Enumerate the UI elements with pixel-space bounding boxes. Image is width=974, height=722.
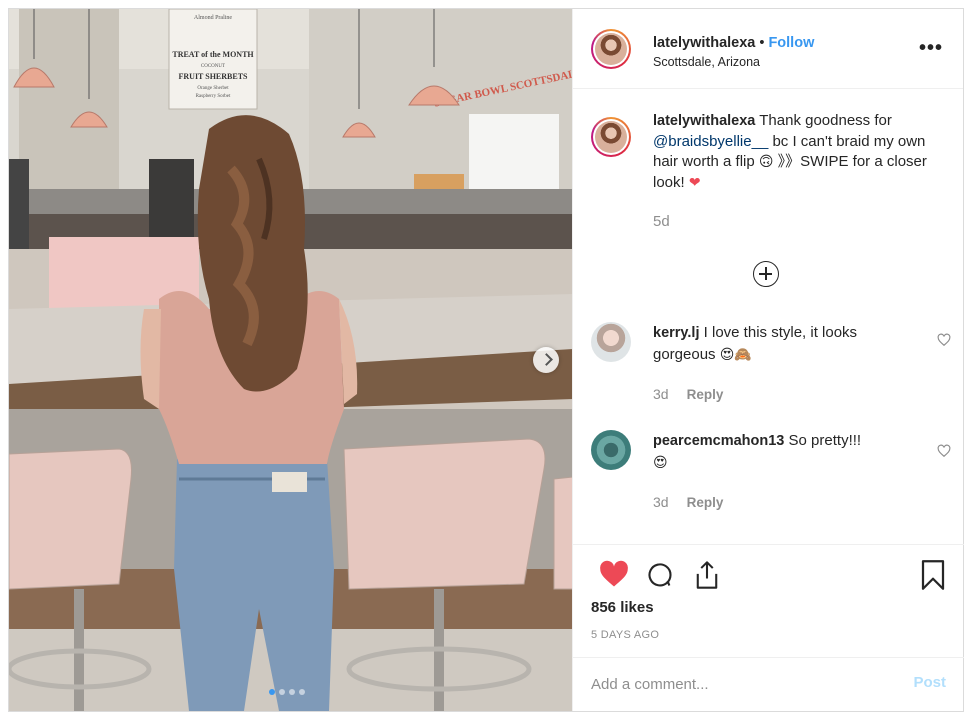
red-heart-emoji: ❤	[688, 174, 701, 191]
caption-text: latelywithalexa Thank goodness for @brai…	[653, 111, 933, 193]
commenter-username[interactable]: pearcemcmahon13	[653, 433, 784, 449]
separator-dot: •	[759, 35, 765, 51]
comment-text: pearcemcmahon13 So pretty!!! 😍	[653, 430, 893, 474]
follow-button[interactable]: Follow	[768, 35, 814, 51]
carousel-indicator	[269, 689, 305, 695]
post-timestamp[interactable]: 5 DAYS AGO	[591, 629, 659, 641]
comment-timestamp[interactable]: 3d	[653, 386, 669, 402]
caption-username[interactable]: latelywithalexa	[653, 113, 755, 129]
post-sidebar: latelywithalexa • Follow Scottsdale, Arizo…	[572, 9, 964, 712]
sign-top-text: Almond Praline	[194, 15, 232, 21]
caption-part: Thank goodness for	[755, 112, 892, 129]
carousel-next-button[interactable]	[533, 347, 559, 373]
commenter-avatar[interactable]	[591, 322, 631, 362]
like-heart-icon[interactable]	[599, 560, 629, 588]
comment-meta: 3d Reply	[653, 494, 723, 510]
carousel-dot	[299, 689, 305, 695]
likes-count[interactable]: 856 likes	[591, 599, 654, 616]
comment-body: So pretty!!!	[784, 432, 862, 449]
caption-mention-link[interactable]: @braidsbyellie__	[653, 133, 768, 150]
sign-line5: Raspberry Sorbet	[196, 94, 231, 99]
sign-line3: FRUIT SHERBETS	[179, 72, 249, 81]
commenter-avatar[interactable]	[591, 430, 631, 470]
reply-button[interactable]: Reply	[687, 495, 724, 510]
reply-button[interactable]: Reply	[687, 387, 724, 402]
comment-icon[interactable]	[645, 561, 675, 589]
author-avatar[interactable]	[591, 29, 631, 69]
comment-meta: 3d Reply	[653, 386, 723, 402]
carousel-dot	[289, 689, 295, 695]
comment-text: kerry.lj I love this style, it looks gor…	[653, 322, 893, 366]
load-more-comments-icon[interactable]	[753, 261, 779, 287]
like-comment-heart-icon[interactable]	[937, 444, 951, 458]
caption-timestamp[interactable]: 5d	[653, 213, 670, 230]
add-comment-bar: Post	[573, 657, 964, 712]
author-username[interactable]: latelywithalexa	[653, 35, 755, 51]
save-bookmark-icon[interactable]	[920, 560, 946, 590]
sign-line2: COCONUT	[201, 64, 225, 69]
sign-line4: Orange Sherbet	[197, 86, 229, 91]
comment-emoji: 😍🙈	[719, 347, 752, 363]
photo-illustration: Almond Praline TREAT of the MONTH COCONU…	[9, 9, 573, 711]
post-header: latelywithalexa • Follow Scottsdale, Arizo…	[573, 9, 963, 89]
comment-input[interactable]	[591, 672, 891, 696]
post-actions: 856 likes 5 DAYS AGO	[573, 544, 964, 665]
comments-list: latelywithalexa Thank goodness for @brai…	[573, 89, 964, 544]
upside-down-face-emoji: 🙃	[758, 154, 774, 170]
sign-line1: TREAT of the MONTH	[172, 50, 254, 59]
comment-emoji: 😍	[653, 455, 668, 471]
more-options-icon[interactable]: •••	[919, 38, 943, 58]
post-modal: Almond Praline TREAT of the MONTH COCONU…	[8, 8, 964, 712]
author-line: latelywithalexa • Follow	[653, 35, 814, 51]
caption-avatar[interactable]	[591, 117, 631, 157]
comment-timestamp[interactable]: 3d	[653, 494, 669, 510]
share-icon[interactable]	[693, 560, 721, 590]
like-comment-heart-icon[interactable]	[937, 333, 951, 347]
carousel-dot-active	[269, 689, 275, 695]
post-comment-button[interactable]: Post	[913, 674, 946, 691]
post-photo[interactable]: Almond Praline TREAT of the MONTH COCONU…	[9, 9, 573, 711]
carousel-dot	[279, 689, 285, 695]
post-location[interactable]: Scottsdale, Arizona	[653, 55, 760, 69]
commenter-username[interactable]: kerry.lj	[653, 325, 700, 341]
